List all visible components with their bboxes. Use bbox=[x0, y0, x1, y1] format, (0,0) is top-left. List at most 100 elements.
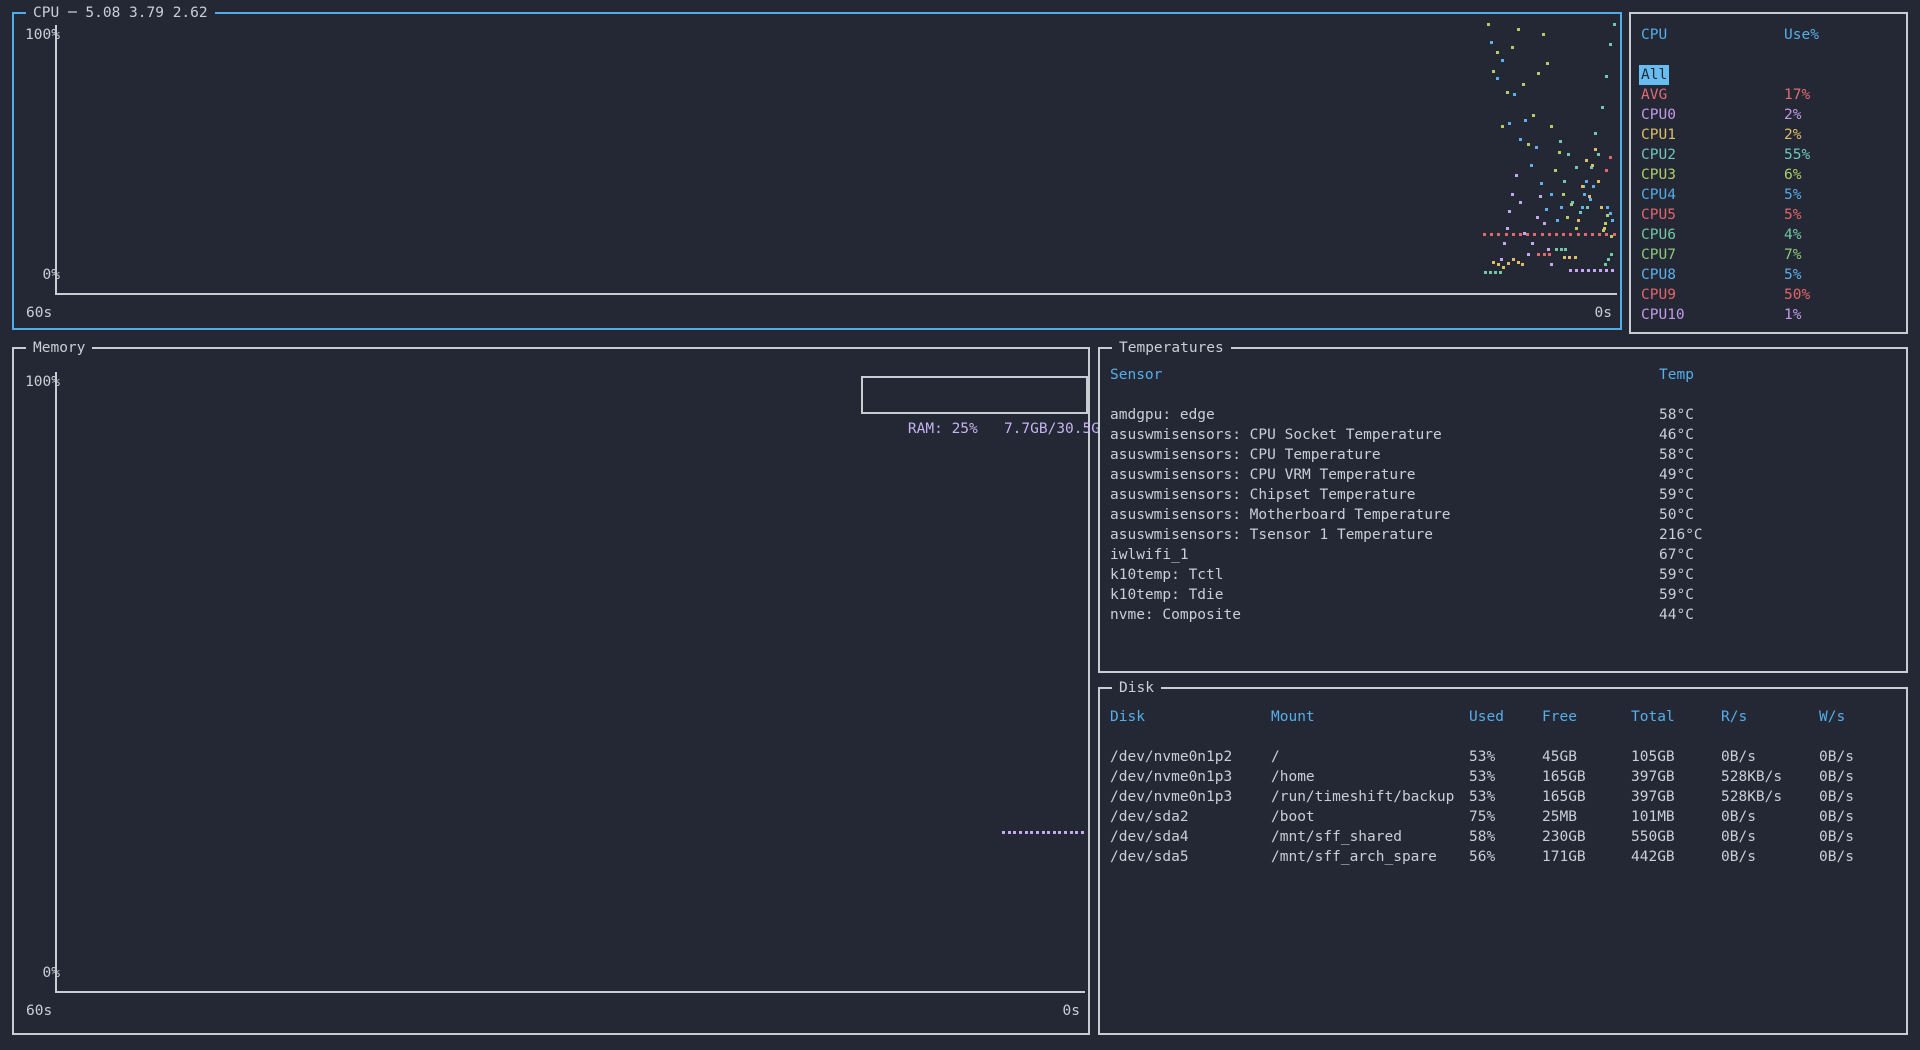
cpu4-blue-dot bbox=[1519, 138, 1522, 141]
disk-total: 397GB bbox=[1631, 787, 1675, 807]
cpu-table-row-all[interactable]: All bbox=[1633, 65, 1904, 85]
cpu4-blue-dot bbox=[1508, 122, 1511, 125]
memory-graph-panel[interactable]: Memory 100% 0% 60s 0s RAM: 25% 7.7GB/30.… bbox=[12, 347, 1090, 1035]
disk-read-rate-header: R/s bbox=[1721, 707, 1747, 727]
disk-free: 25MB bbox=[1542, 807, 1577, 827]
ram-line-dot bbox=[1081, 831, 1084, 834]
cpu1-amber-dot bbox=[1577, 219, 1580, 222]
cpu-table-row-cpu8[interactable]: CPU85% bbox=[1633, 265, 1904, 285]
cpu-table-row-cpu4[interactable]: CPU45% bbox=[1633, 185, 1904, 205]
cpu-entry-usage: 5% bbox=[1784, 185, 1801, 205]
disk-row[interactable]: /dev/nvme0n1p3/home53%165GB397GB528KB/s0… bbox=[1102, 767, 1904, 787]
cpu0-lavender-dot bbox=[1523, 232, 1526, 235]
disk-device-header: Disk bbox=[1110, 707, 1145, 727]
sensor-temp: 67°C bbox=[1659, 545, 1694, 565]
temperatures-header-row: Sensor Temp bbox=[1102, 365, 1904, 385]
temp-col-header: Temp bbox=[1659, 365, 1694, 385]
temperatures-table: SensorTempamdgpu: edge58°Casuswmisensors… bbox=[1102, 349, 1904, 669]
disk-read-rate: 528KB/s bbox=[1721, 787, 1782, 807]
cpu-entry-label: CPU9 bbox=[1641, 285, 1676, 305]
sensor-temp: 59°C bbox=[1659, 585, 1694, 605]
temperatures-panel[interactable]: Temperatures SensorTempamdgpu: edge58°Ca… bbox=[1098, 347, 1908, 673]
ram-line-dot bbox=[1008, 831, 1011, 834]
temperature-row[interactable]: k10temp: Tctl59°C bbox=[1102, 565, 1904, 585]
cpu-table-row-cpu9[interactable]: CPU950% bbox=[1633, 285, 1904, 305]
disk-mount-header: Mount bbox=[1271, 707, 1315, 727]
sensor-temp: 59°C bbox=[1659, 565, 1694, 585]
disk-row[interactable]: /dev/nvme0n1p2/53%45GB105GB0B/s0B/s bbox=[1102, 747, 1904, 767]
ram-line-dot bbox=[1058, 831, 1061, 834]
cpu1-amber-dot bbox=[1594, 148, 1597, 151]
temperature-row[interactable]: asuswmisensors: CPU Temperature58°C bbox=[1102, 445, 1904, 465]
cpu-x-axis bbox=[55, 293, 1617, 295]
disk-write-rate-header: W/s bbox=[1819, 707, 1845, 727]
temperature-row[interactable]: nvme: Composite44°C bbox=[1102, 605, 1904, 625]
disk-used-header: Used bbox=[1469, 707, 1504, 727]
disk-mount: /run/timeshift/backup bbox=[1271, 787, 1454, 807]
cpu-graph-panel[interactable]: CPU ─ 5.08 3.79 2.62 100% 0% 60s 0s bbox=[12, 12, 1622, 330]
temperature-row[interactable]: asuswmisensors: CPU VRM Temperature49°C bbox=[1102, 465, 1904, 485]
cpu4-blue-cluster-dot bbox=[1581, 206, 1584, 209]
cpu0-lavender-low-dot bbox=[1593, 269, 1596, 272]
cpu-table-panel[interactable]: CPUUse%AllAVG17%CPU02%CPU12%CPU255%CPU36… bbox=[1629, 12, 1908, 334]
ram-line-dot bbox=[1070, 831, 1073, 834]
cpu0-lavender-low-dot bbox=[1605, 269, 1608, 272]
temperature-row[interactable]: asuswmisensors: Chipset Temperature59°C bbox=[1102, 485, 1904, 505]
cpu-table-row-cpu7[interactable]: CPU77% bbox=[1633, 245, 1904, 265]
ram-line-dot bbox=[1053, 831, 1056, 834]
cpu4-blue-edge-dot bbox=[1611, 219, 1614, 222]
disk-device: /dev/sda4 bbox=[1110, 827, 1189, 847]
cpu0-lavender-low-dot bbox=[1611, 269, 1614, 272]
cpu0-lavender-dot bbox=[1511, 193, 1514, 196]
cpu-entry-label: CPU10 bbox=[1641, 305, 1685, 325]
avg-line-dot bbox=[1562, 233, 1565, 236]
cpu1-amber-low-dot bbox=[1517, 261, 1520, 264]
cpu0-lavender-dot bbox=[1550, 263, 1553, 266]
cpu3-lime-dot bbox=[1558, 151, 1561, 154]
cpu2-teal-dot bbox=[1586, 206, 1589, 209]
cpu3-lime-dot bbox=[1511, 46, 1514, 49]
cpu-table-row-avg[interactable]: AVG17% bbox=[1633, 85, 1904, 105]
cpu-table-row-cpu10[interactable]: CPU101% bbox=[1633, 305, 1904, 325]
sensor-name: amdgpu: edge bbox=[1110, 405, 1215, 425]
avg-line-dot bbox=[1490, 233, 1493, 236]
disk-used: 53% bbox=[1469, 787, 1495, 807]
cpu-table-row-cpu3[interactable]: CPU36% bbox=[1633, 165, 1904, 185]
disk-row[interactable]: /dev/sda4/mnt/sff_shared58%230GB550GB0B/… bbox=[1102, 827, 1904, 847]
cpu2-teal-dot bbox=[1594, 132, 1597, 135]
temperature-row[interactable]: k10temp: Tdie59°C bbox=[1102, 585, 1904, 605]
disk-panel[interactable]: Disk DiskMountUsedFreeTotalR/sW/s/dev/nv… bbox=[1098, 687, 1908, 1035]
disk-row[interactable]: /dev/sda5/mnt/sff_arch_spare56%171GB442G… bbox=[1102, 847, 1904, 867]
cpu1-amber-dot bbox=[1585, 159, 1588, 162]
cpu-table-row-cpu0[interactable]: CPU02% bbox=[1633, 105, 1904, 125]
cpu-entry-usage: 6% bbox=[1784, 165, 1801, 185]
temperature-row[interactable]: asuswmisensors: Motherboard Temperature5… bbox=[1102, 505, 1904, 525]
disk-row[interactable]: /dev/nvme0n1p3/run/timeshift/backup53%16… bbox=[1102, 787, 1904, 807]
cpu2-teal-dot bbox=[1567, 153, 1570, 156]
temperature-row[interactable]: asuswmisensors: CPU Socket Temperature46… bbox=[1102, 425, 1904, 445]
disk-total: 442GB bbox=[1631, 847, 1675, 867]
cpu6-mint-edge-dot bbox=[1610, 253, 1613, 256]
cpu-table-row-cpu6[interactable]: CPU64% bbox=[1633, 225, 1904, 245]
cpu-table-row-cpu1[interactable]: CPU12% bbox=[1633, 125, 1904, 145]
disk-read-rate: 528KB/s bbox=[1721, 767, 1782, 787]
cpu-table-row-cpu5[interactable]: CPU55% bbox=[1633, 205, 1904, 225]
cpu9-red-dots-dot bbox=[1605, 169, 1608, 172]
cpu-entry-label: CPU8 bbox=[1641, 265, 1676, 285]
disk-read-rate: 0B/s bbox=[1721, 847, 1756, 867]
temperature-row[interactable]: asuswmisensors: Tsensor 1 Temperature216… bbox=[1102, 525, 1904, 545]
sensor-col-header: Sensor bbox=[1110, 365, 1162, 385]
cpu-load-average: ─ 5.08 3.79 2.62 bbox=[68, 5, 208, 21]
disk-total: 550GB bbox=[1631, 827, 1675, 847]
cpu-usage-scatter-chart bbox=[57, 23, 1617, 293]
cpu-table-row-cpu2[interactable]: CPU255% bbox=[1633, 145, 1904, 165]
temperature-row[interactable]: amdgpu: edge58°C bbox=[1102, 405, 1904, 425]
cpu3-lime-dot bbox=[1537, 72, 1540, 75]
disk-free: 171GB bbox=[1542, 847, 1586, 867]
temperature-row[interactable]: iwlwifi_167°C bbox=[1102, 545, 1904, 565]
cpu4-blue-edge-dot bbox=[1606, 206, 1609, 209]
cpu2-teal-dot bbox=[1609, 43, 1612, 46]
disk-row[interactable]: /dev/sda2/boot75%25MB101MB0B/s0B/s bbox=[1102, 807, 1904, 827]
cpu4-blue-edge-dot bbox=[1609, 212, 1612, 215]
disk-total: 101MB bbox=[1631, 807, 1675, 827]
